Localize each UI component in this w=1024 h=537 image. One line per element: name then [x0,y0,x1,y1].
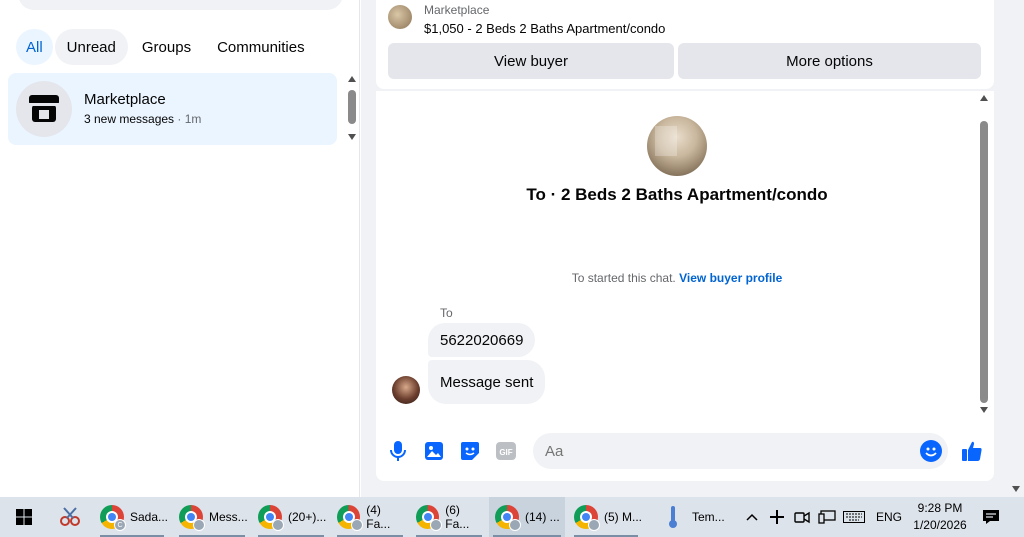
conversation-preview: 3 new messages [84,112,175,126]
clock-date[interactable]: 1/20/2026 [906,518,974,532]
clock-time[interactable]: 9:28 PM [906,501,974,515]
notification-icon[interactable] [982,497,1004,537]
scroll-down-arrow-icon[interactable] [348,134,356,140]
taskbar-app-label: (20+)... [288,510,327,524]
network-icon[interactable] [818,497,838,537]
chrome-icon [179,505,205,531]
chrome-icon [574,505,600,531]
chrome-icon [258,505,284,531]
sender-avatar[interactable] [392,376,420,404]
chrome-icon [337,505,363,531]
view-buyer-button[interactable]: View buyer [388,43,674,79]
taskbar: C Sada... Mess... (20+)... (4) Fa... (6)… [0,497,1024,537]
emoji-icon[interactable] [920,440,942,462]
conversation-list-scrollbar[interactable] [346,76,358,140]
conversation-list-panel: All Unread Groups Communities Marketplac… [0,0,360,497]
listing-title[interactable]: $1,050 - 2 Beds 2 Baths Apartment/condo [424,21,665,36]
profile-badge-icon [509,519,521,531]
chat-panel: Marketplace $1,050 - 2 Beds 2 Baths Apar… [361,0,1024,497]
taskbar-weather[interactable]: Tem... [662,497,740,537]
page-scroll-down-icon[interactable] [1012,480,1022,492]
thread-scrollbar[interactable] [978,95,990,413]
conversation-subtitle: 3 new messages · 1m [84,112,201,126]
listing-photo [647,116,707,176]
taskbar-app-label: Sada... [129,510,168,524]
sticker-icon[interactable] [460,441,480,461]
listing-header-card: Marketplace $1,050 - 2 Beds 2 Baths Apar… [376,0,994,89]
taskbar-app-chrome-1[interactable]: C Sada... [96,497,168,537]
taskbar-app-chrome-5[interactable]: (6) Fa... [412,497,486,537]
message-input[interactable] [533,433,893,469]
taskbar-app-chrome-2[interactable]: Mess... [175,497,249,537]
conversation-title: Marketplace [84,91,166,108]
chat-title: To · 2 Beds 2 Baths Apartment/condo [526,185,828,204]
scroll-down-arrow-icon[interactable] [980,407,988,413]
message-thread: To · 2 Beds 2 Baths Apartment/condo To s… [376,91,994,481]
taskbar-app-label: (5) M... [604,510,642,524]
thumbs-up-icon[interactable] [960,439,984,463]
gif-icon[interactable]: GIF [496,441,516,461]
taskbar-app-label: (4) Fa... [366,503,391,531]
taskbar-app-chrome-3[interactable]: (20+)... [254,497,328,537]
scroll-up-arrow-icon[interactable] [348,76,356,82]
listing-source-label: Marketplace [424,3,490,17]
profile-badge-icon [430,519,442,531]
photo-icon[interactable] [424,441,444,461]
chrome-icon: C [100,505,126,531]
scroll-down-arrow-icon[interactable] [1012,486,1020,492]
thermometer-icon [669,506,677,528]
svg-text:GIF: GIF [499,448,512,457]
taskbar-app-label: (14) ... [525,510,560,524]
chrome-icon [495,505,521,531]
plus-icon[interactable] [770,497,788,537]
filter-communities[interactable]: Communities [205,29,317,65]
video-camera-icon[interactable] [794,497,812,537]
filter-groups[interactable]: Groups [130,29,203,65]
started-text: To started this chat. [571,271,676,285]
conversation-marketplace[interactable]: Marketplace 3 new messages · 1m [8,73,337,145]
sender-name: To [440,306,453,320]
filter-unread[interactable]: Unread [54,29,128,65]
weather-label: Tem... [692,510,725,524]
profile-badge-icon [272,519,284,531]
filter-all[interactable]: All [16,29,53,65]
message-composer: GIF [376,429,994,473]
view-buyer-profile-link[interactable]: View buyer profile [679,271,782,285]
profile-badge-icon: C [114,519,126,531]
taskbar-app-chrome-4[interactable]: (4) Fa... [333,497,407,537]
storefront-icon [29,95,59,122]
profile-badge-icon [193,519,205,531]
taskbar-app-label: Mess... [209,510,248,524]
message-bubble[interactable]: Message sent [428,360,546,404]
message-input-container [533,433,948,469]
more-options-button[interactable]: More options [678,43,981,79]
search-bar[interactable] [18,0,343,10]
chevron-up-icon[interactable] [746,497,764,537]
snipping-tool-icon[interactable] [58,497,86,537]
profile-badge-icon [588,519,600,531]
message-bubble[interactable]: 5622020669 [428,323,536,357]
filter-tabs: All Unread Groups Communities [16,29,319,65]
profile-badge-icon [351,519,363,531]
taskbar-app-label: (6) Fa... [445,503,470,531]
chrome-icon [416,505,442,531]
taskbar-app-chrome-6-active[interactable]: (14) ... [489,497,565,537]
language-indicator[interactable]: ENG [876,510,902,524]
scroll-up-arrow-icon[interactable] [980,95,988,101]
marketplace-avatar [16,81,72,137]
keyboard-icon[interactable] [843,497,867,537]
taskbar-app-chrome-7[interactable]: (5) M... [570,497,642,537]
chat-started-notice: To started this chat. View buyer profile [376,271,978,285]
scroll-thumb[interactable] [348,90,356,124]
windows-start-icon[interactable] [0,497,48,537]
scroll-thumb[interactable] [980,121,988,403]
microphone-icon[interactable] [388,441,408,461]
conversation-time: · 1m [174,112,202,126]
listing-thumbnail [388,5,412,29]
